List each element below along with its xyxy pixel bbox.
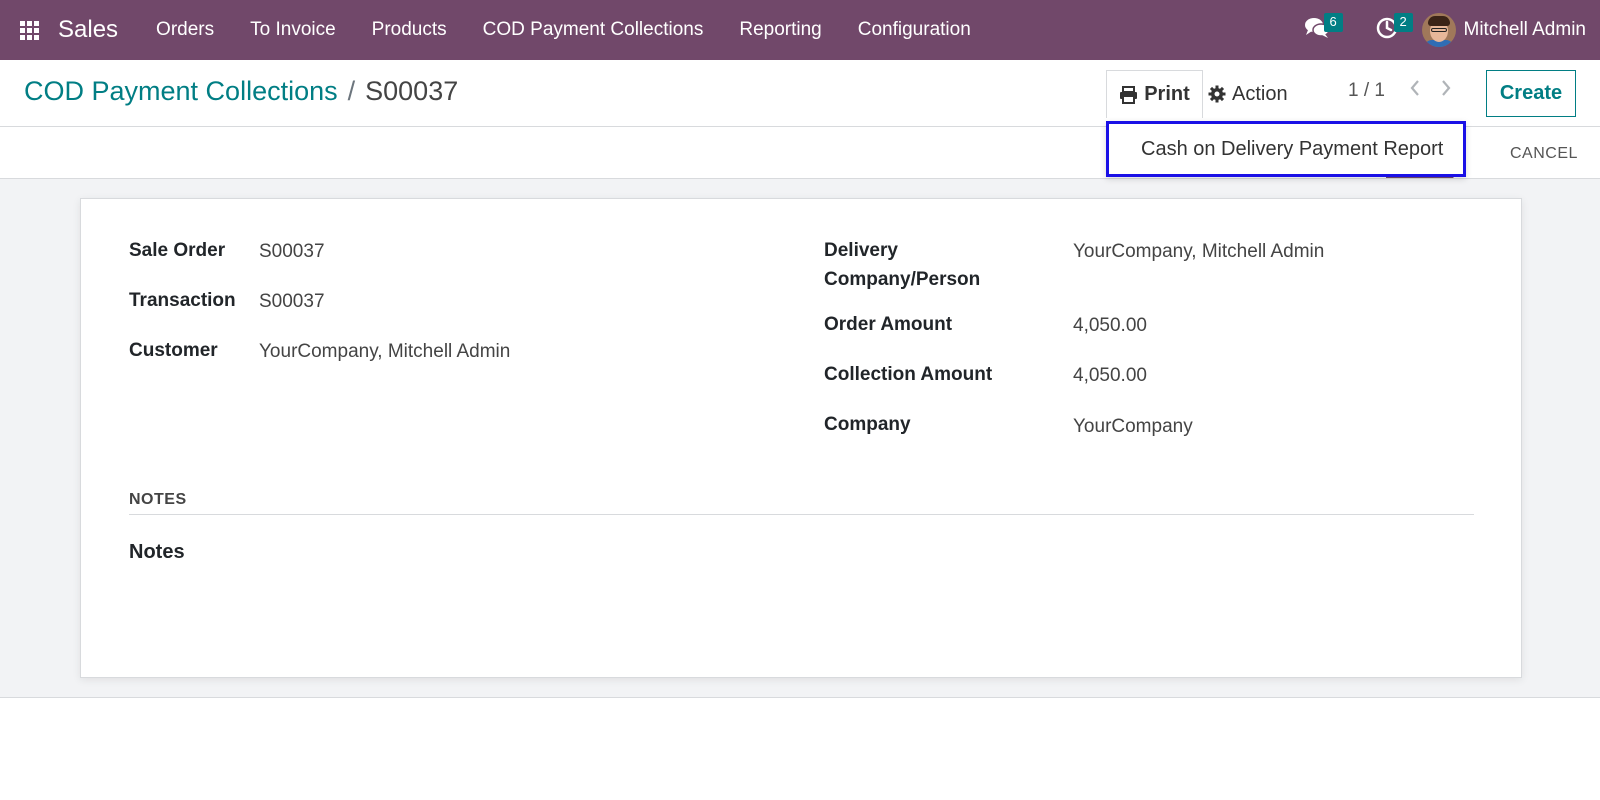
field-value-customer[interactable]: YourCompany, Mitchell Admin [259, 337, 510, 366]
notes-section-title: NOTES [129, 491, 187, 508]
pager-next-button[interactable] [1433, 77, 1459, 103]
field-label-customer: Customer [129, 340, 218, 361]
menu-item-reporting[interactable]: Reporting [721, 0, 839, 60]
field-label-sale-order: Sale Order [129, 240, 226, 261]
apps-menu-icon[interactable] [0, 0, 58, 60]
field-value-delivery-company-person[interactable]: YourCompany, Mitchell Admin [1073, 237, 1324, 266]
avatar [1421, 13, 1456, 47]
breadcrumb-separator: / [347, 76, 356, 106]
field-value-sale-order[interactable]: S00037 [259, 237, 325, 266]
activities-systray[interactable]: 2 [1352, 0, 1422, 60]
status-cancel[interactable]: CANCEL [1510, 145, 1578, 163]
breadcrumb-parent-link[interactable]: COD Payment Collections [24, 76, 338, 107]
menu-item-configuration[interactable]: Configuration [840, 0, 989, 60]
dropdown-item-cod-payment-report[interactable]: Cash on Delivery Payment Report [1141, 138, 1443, 161]
activities-count-badge: 2 [1393, 13, 1413, 32]
notes-divider [129, 514, 1474, 515]
breadcrumb-current: S00037 [365, 76, 459, 106]
pager-previous-button[interactable] [1402, 77, 1428, 103]
menu-item-products[interactable]: Products [354, 0, 465, 60]
printer-icon [1119, 85, 1138, 104]
field-label-delivery-company-person-line2: Company/Person [824, 269, 981, 290]
app-brand[interactable]: Sales [58, 16, 118, 44]
field-label-order-amount: Order Amount [824, 314, 953, 335]
field-value-company[interactable]: YourCompany [1073, 412, 1193, 441]
gear-icon [1208, 85, 1226, 103]
field-value-order-amount[interactable]: 4,050.00 [1073, 311, 1147, 340]
print-button[interactable]: Print [1106, 70, 1203, 118]
field-label-delivery-company-person-line1: Delivery [824, 240, 898, 261]
notes-field-label: Notes [129, 541, 185, 563]
form-sheet [80, 198, 1522, 678]
user-menu[interactable]: Mitchell Admin [1421, 0, 1600, 60]
messages-count-badge: 6 [1323, 13, 1343, 32]
field-label-collection-amount: Collection Amount [824, 364, 993, 385]
field-label-transaction: Transaction [129, 290, 236, 311]
field-label-company: Company [824, 414, 911, 435]
breadcrumb: COD Payment Collections / S00037 [24, 76, 458, 107]
top-navbar: Sales Orders To Invoice Products COD Pay… [0, 0, 1600, 60]
pager-value[interactable]: 1 / 1 [1348, 80, 1385, 102]
field-value-transaction[interactable]: S00037 [259, 287, 325, 316]
action-button-label: Action [1232, 82, 1288, 105]
action-button[interactable]: Action [1208, 70, 1288, 118]
menu-item-orders[interactable]: Orders [138, 0, 232, 60]
print-button-label: Print [1144, 83, 1190, 105]
user-name: Mitchell Admin [1463, 19, 1587, 40]
field-value-collection-amount[interactable]: 4,050.00 [1073, 361, 1147, 390]
chevron-right-icon [1440, 79, 1452, 102]
messages-systray[interactable]: 6 [1282, 0, 1352, 60]
chevron-left-icon [1409, 79, 1421, 102]
create-button[interactable]: Create [1486, 70, 1576, 117]
control-panel: COD Payment Collections / S00037 Action … [0, 60, 1600, 127]
menu-item-cod-payment-collections[interactable]: COD Payment Collections [465, 0, 722, 60]
print-dropdown-menu: Cash on Delivery Payment Report [1106, 121, 1466, 177]
menu-item-to-invoice[interactable]: To Invoice [232, 0, 354, 60]
